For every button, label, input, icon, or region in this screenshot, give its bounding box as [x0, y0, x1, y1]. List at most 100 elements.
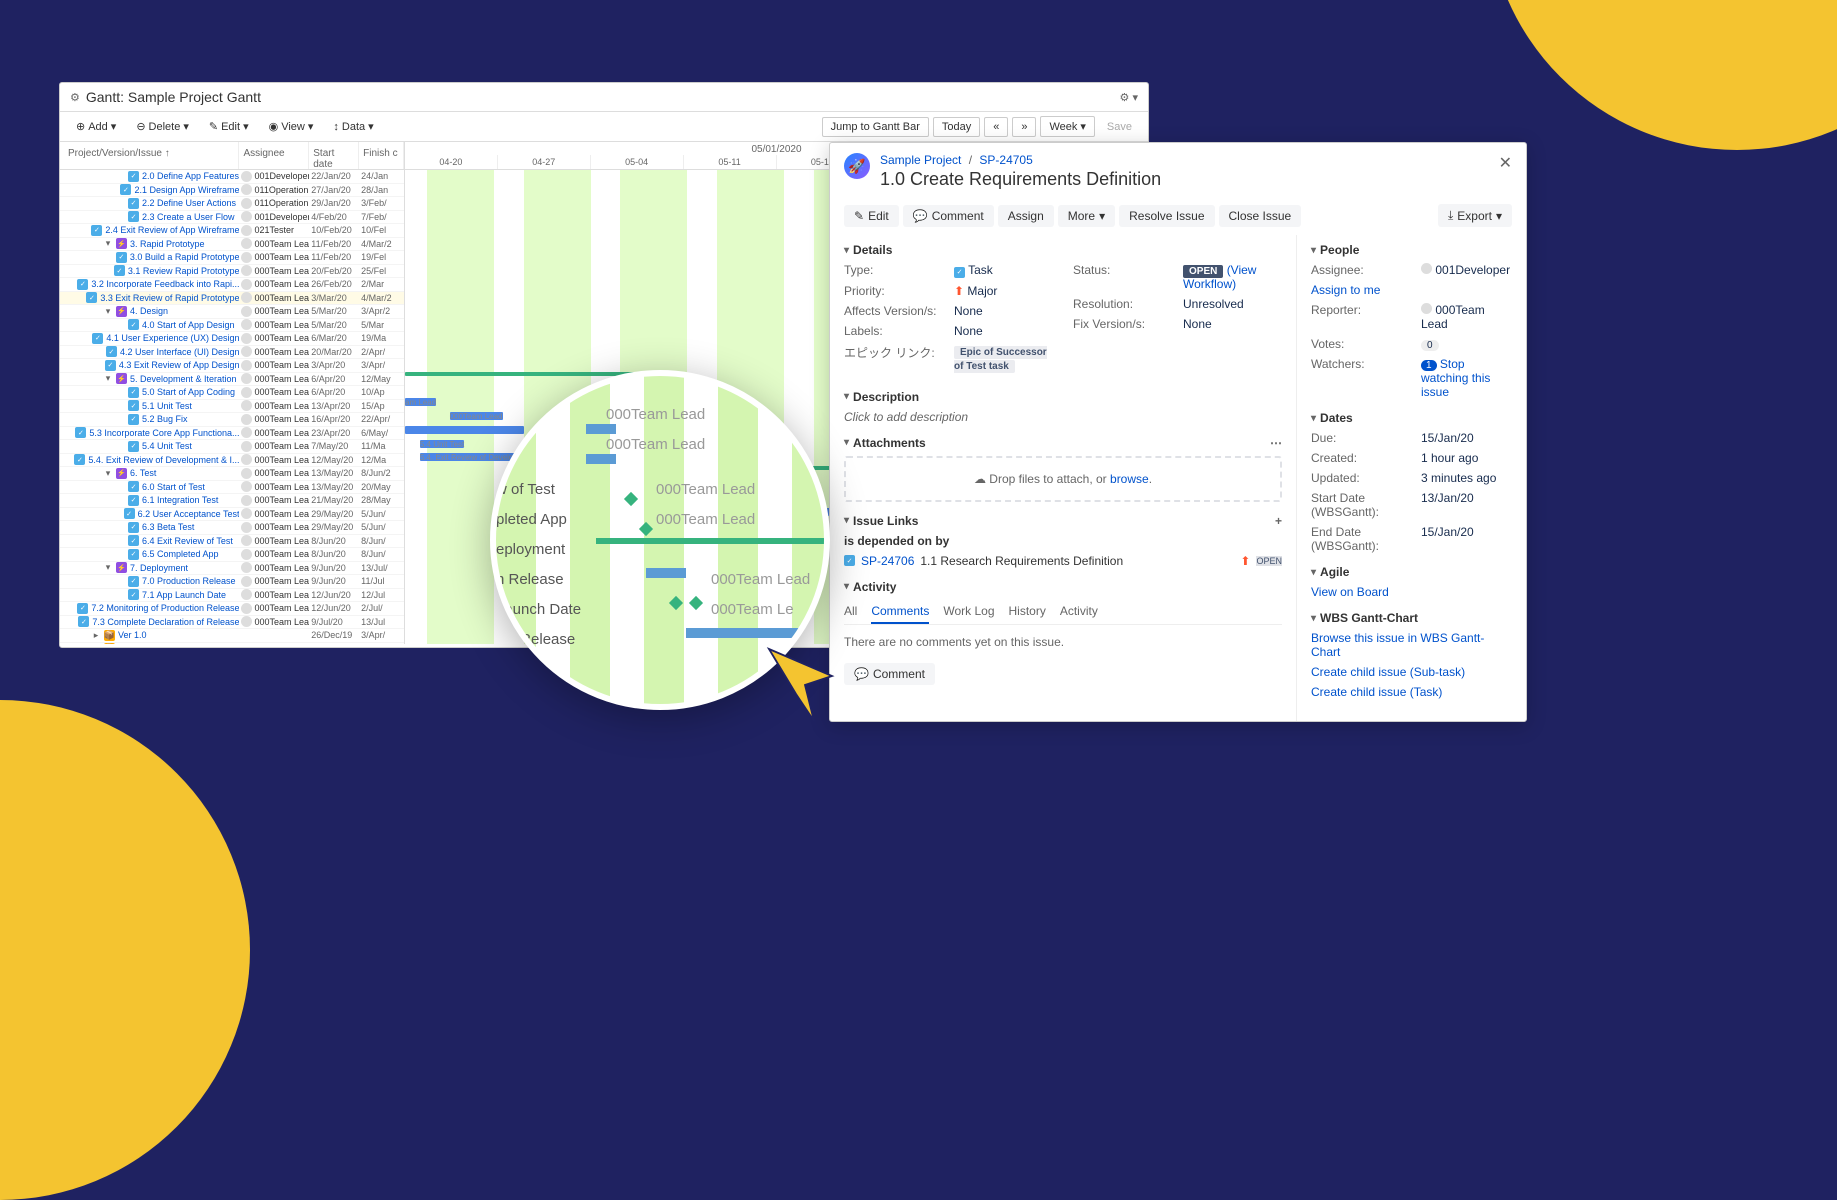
table-row[interactable]: ✓6.4 Exit Review of Test 000Team Lead8/J…	[60, 535, 404, 549]
tab-comments[interactable]: Comments	[871, 600, 929, 624]
table-row[interactable]: ▸📦Ver 1.026/Dec/193/Apr/	[60, 629, 404, 643]
table-row[interactable]: ✓5.3 Incorporate Core App Functiona... 0…	[60, 427, 404, 441]
table-row[interactable]: ✓6.3 Beta Test 000Team Lead29/May/205/Ju…	[60, 521, 404, 535]
table-row[interactable]: ▾⚡6. Test 000Team Lead13/May/208/Jun/2	[60, 467, 404, 481]
close-icon[interactable]: ✕	[1499, 153, 1512, 173]
export-button[interactable]: ⤓ Export ▾	[1438, 204, 1512, 227]
gantt-toolbar: ⊕ Add ▾ ⊖ Delete ▾ ✎ Edit ▾ ◉ View ▾ ↕ D…	[60, 112, 1148, 142]
col-finish[interactable]: Finish c	[359, 142, 404, 169]
table-row[interactable]: ✓3.0 Build a Rapid Prototype 000Team Lea…	[60, 251, 404, 265]
sect-wbs[interactable]: WBS Gantt-Chart	[1311, 611, 1512, 625]
table-row[interactable]: ✓2.2 Define User Actions 011Operation29/…	[60, 197, 404, 211]
detail-panel: 🚀 Sample Project / SP-24705 1.0 Create R…	[829, 142, 1527, 722]
more-icon[interactable]: ⋯	[1270, 436, 1282, 450]
col-issue[interactable]: Project/Version/Issue ↑	[60, 142, 239, 169]
sect-people[interactable]: People	[1311, 243, 1512, 257]
table-row[interactable]: ✓3.3 Exit Review of Rapid Prototype 000T…	[60, 292, 404, 306]
col-assignee[interactable]: Assignee	[239, 142, 309, 169]
dropzone[interactable]: ☁ Drop files to attach, or browse.	[844, 456, 1282, 502]
table-row[interactable]: ✓7.2 Monitoring of Production Release 00…	[60, 602, 404, 616]
table-row[interactable]: ✓3.1 Review Rapid Prototype 000Team Lead…	[60, 265, 404, 279]
today-button[interactable]: Today	[933, 117, 980, 137]
sect-activity[interactable]: Activity	[844, 580, 1282, 594]
timeline-day: 04-20	[405, 155, 498, 169]
gantt-title: Gantt: Sample Project Gantt	[86, 89, 1120, 105]
table-row[interactable]: ✓4.2 User Interface (UI) Design 000Team …	[60, 346, 404, 360]
table-row[interactable]: ▾⚡4. Design 000Team Lead5/Mar/203/Apr/2	[60, 305, 404, 319]
col-start[interactable]: Start date	[309, 142, 359, 169]
tab-history[interactable]: History	[1009, 600, 1046, 624]
close-issue-button[interactable]: Close Issue	[1219, 205, 1302, 227]
gear-icon-right[interactable]: ⚙ ▾	[1120, 91, 1138, 104]
table-row[interactable]: ✓2.4 Exit Review of App Wireframe 021Tes…	[60, 224, 404, 238]
prev-button[interactable]: «	[984, 117, 1008, 137]
comment-button[interactable]: 💬 Comment	[903, 205, 994, 227]
sect-issuelinks[interactable]: Issue Links+	[844, 514, 1282, 528]
desc-placeholder[interactable]: Click to add description	[844, 410, 1282, 424]
edit-button[interactable]: ✎ Edit ▾	[201, 117, 257, 136]
table-row[interactable]: ✓6.5 Completed App 000Team Lead8/Jun/208…	[60, 548, 404, 562]
gear-icon: ⚙	[70, 91, 80, 104]
sect-dates[interactable]: Dates	[1311, 411, 1512, 425]
breadcrumb: Sample Project / SP-24705	[880, 153, 1161, 167]
table-row[interactable]: ▾⚡5. Development & Iteration 000Team Lea…	[60, 373, 404, 387]
assign-button[interactable]: Assign	[998, 205, 1054, 227]
gantt-header: ⚙ Gantt: Sample Project Gantt ⚙ ▾	[60, 83, 1148, 112]
timeline-day: 05-11	[684, 155, 777, 169]
issue-title: 1.0 Create Requirements Definition	[880, 169, 1161, 190]
table-row[interactable]: ▾⚡3. Rapid Prototype 000Team Lead11/Feb/…	[60, 238, 404, 252]
add-button[interactable]: ⊕ Add ▾	[68, 117, 124, 136]
more-button[interactable]: More ▾	[1058, 205, 1115, 227]
add-comment-button[interactable]: 💬 Comment	[844, 663, 935, 685]
data-button[interactable]: ↕ Data ▾	[325, 117, 381, 136]
next-button[interactable]: »	[1012, 117, 1036, 137]
resolve-button[interactable]: Resolve Issue	[1119, 205, 1214, 227]
table-row[interactable]: ▸📦Ver 1.19/Jan/2012/Fel	[60, 643, 404, 645]
table-row[interactable]: ✓5.0 Start of App Coding 000Team Lead6/A…	[60, 386, 404, 400]
table-row[interactable]: ▾⚡7. Deployment 000Team Lead9/Jun/2013/J…	[60, 562, 404, 576]
sect-agile[interactable]: Agile	[1311, 565, 1512, 579]
add-link-icon[interactable]: +	[1275, 514, 1282, 528]
crumb-project[interactable]: Sample Project	[880, 153, 961, 167]
table-row[interactable]: ✓4.0 Start of App Design 000Team Lead5/M…	[60, 319, 404, 333]
edit-button[interactable]: ✎ Edit	[844, 205, 899, 227]
jump-button[interactable]: Jump to Gantt Bar	[822, 117, 929, 137]
sect-attachments[interactable]: Attachments⋯	[844, 436, 1282, 450]
table-row[interactable]: ✓5.2 Bug Fix 000Team Lead16/Apr/2022/Apr…	[60, 413, 404, 427]
table-row[interactable]: ✓2.0 Define App Features 001Developer22/…	[60, 170, 404, 184]
tab-activity[interactable]: Activity	[1060, 600, 1098, 624]
grid-pane: Project/Version/Issue ↑ Assignee Start d…	[60, 142, 405, 644]
table-row[interactable]: ✓4.1 User Experience (UX) Design 000Team…	[60, 332, 404, 346]
table-row[interactable]: ✓3.2 Incorporate Feedback into Rapi... 0…	[60, 278, 404, 292]
table-row[interactable]: ✓7.1 App Launch Date 000Team Lead12/Jun/…	[60, 589, 404, 603]
wbs-link-0[interactable]: Browse this issue in WBS Gantt-Chart	[1311, 631, 1512, 659]
table-row[interactable]: ✓4.3 Exit Review of App Design 000Team L…	[60, 359, 404, 373]
table-row[interactable]: ✓7.3 Complete Declaration of Release 000…	[60, 616, 404, 630]
sect-details[interactable]: Details	[844, 243, 1282, 257]
tab-worklog[interactable]: Work Log	[943, 600, 994, 624]
wbs-link-1[interactable]: Create child issue (Sub-task)	[1311, 665, 1512, 679]
table-row[interactable]: ✓7.0 Production Release 000Team Lead9/Ju…	[60, 575, 404, 589]
table-row[interactable]: ✓5.1 Unit Test 000Team Lead13/Apr/2015/A…	[60, 400, 404, 414]
table-row[interactable]: ✓2.1 Design App Wireframe 011Operation27…	[60, 184, 404, 198]
week-button[interactable]: Week ▾	[1040, 116, 1094, 137]
view-button[interactable]: ◉ View ▾	[261, 117, 322, 136]
table-row[interactable]: ✓6.0 Start of Test 000Team Lead13/May/20…	[60, 481, 404, 495]
issue-link-row[interactable]: ✓ SP-24706 1.1 Research Requirements Def…	[844, 554, 1282, 568]
view-on-board-link[interactable]: View on Board	[1311, 585, 1512, 599]
timeline-day: 04-27	[498, 155, 591, 169]
table-row[interactable]: ✓6.2 User Acceptance Test 000Team Lead29…	[60, 508, 404, 522]
table-row[interactable]: ✓5.4 Unit Test 000Team Lead7/May/2011/Ma	[60, 440, 404, 454]
table-row[interactable]: ✓2.3 Create a User Flow 001Developer4/Fe…	[60, 211, 404, 225]
wbs-link-2[interactable]: Create child issue (Task)	[1311, 685, 1512, 699]
tab-all[interactable]: All	[844, 600, 857, 624]
delete-button[interactable]: ⊖ Delete ▾	[128, 117, 197, 136]
crumb-key[interactable]: SP-24705	[979, 153, 1032, 167]
table-row[interactable]: ✓5.4. Exit Review of Development & I... …	[60, 454, 404, 468]
project-avatar: 🚀	[844, 153, 870, 179]
table-row[interactable]: ✓6.1 Integration Test 000Team Lead21/May…	[60, 494, 404, 508]
timeline-day: 05-04	[591, 155, 684, 169]
save-button[interactable]: Save	[1099, 118, 1140, 136]
assign-to-me-link[interactable]: Assign to me	[1311, 283, 1512, 297]
sect-description[interactable]: Description	[844, 390, 1282, 404]
